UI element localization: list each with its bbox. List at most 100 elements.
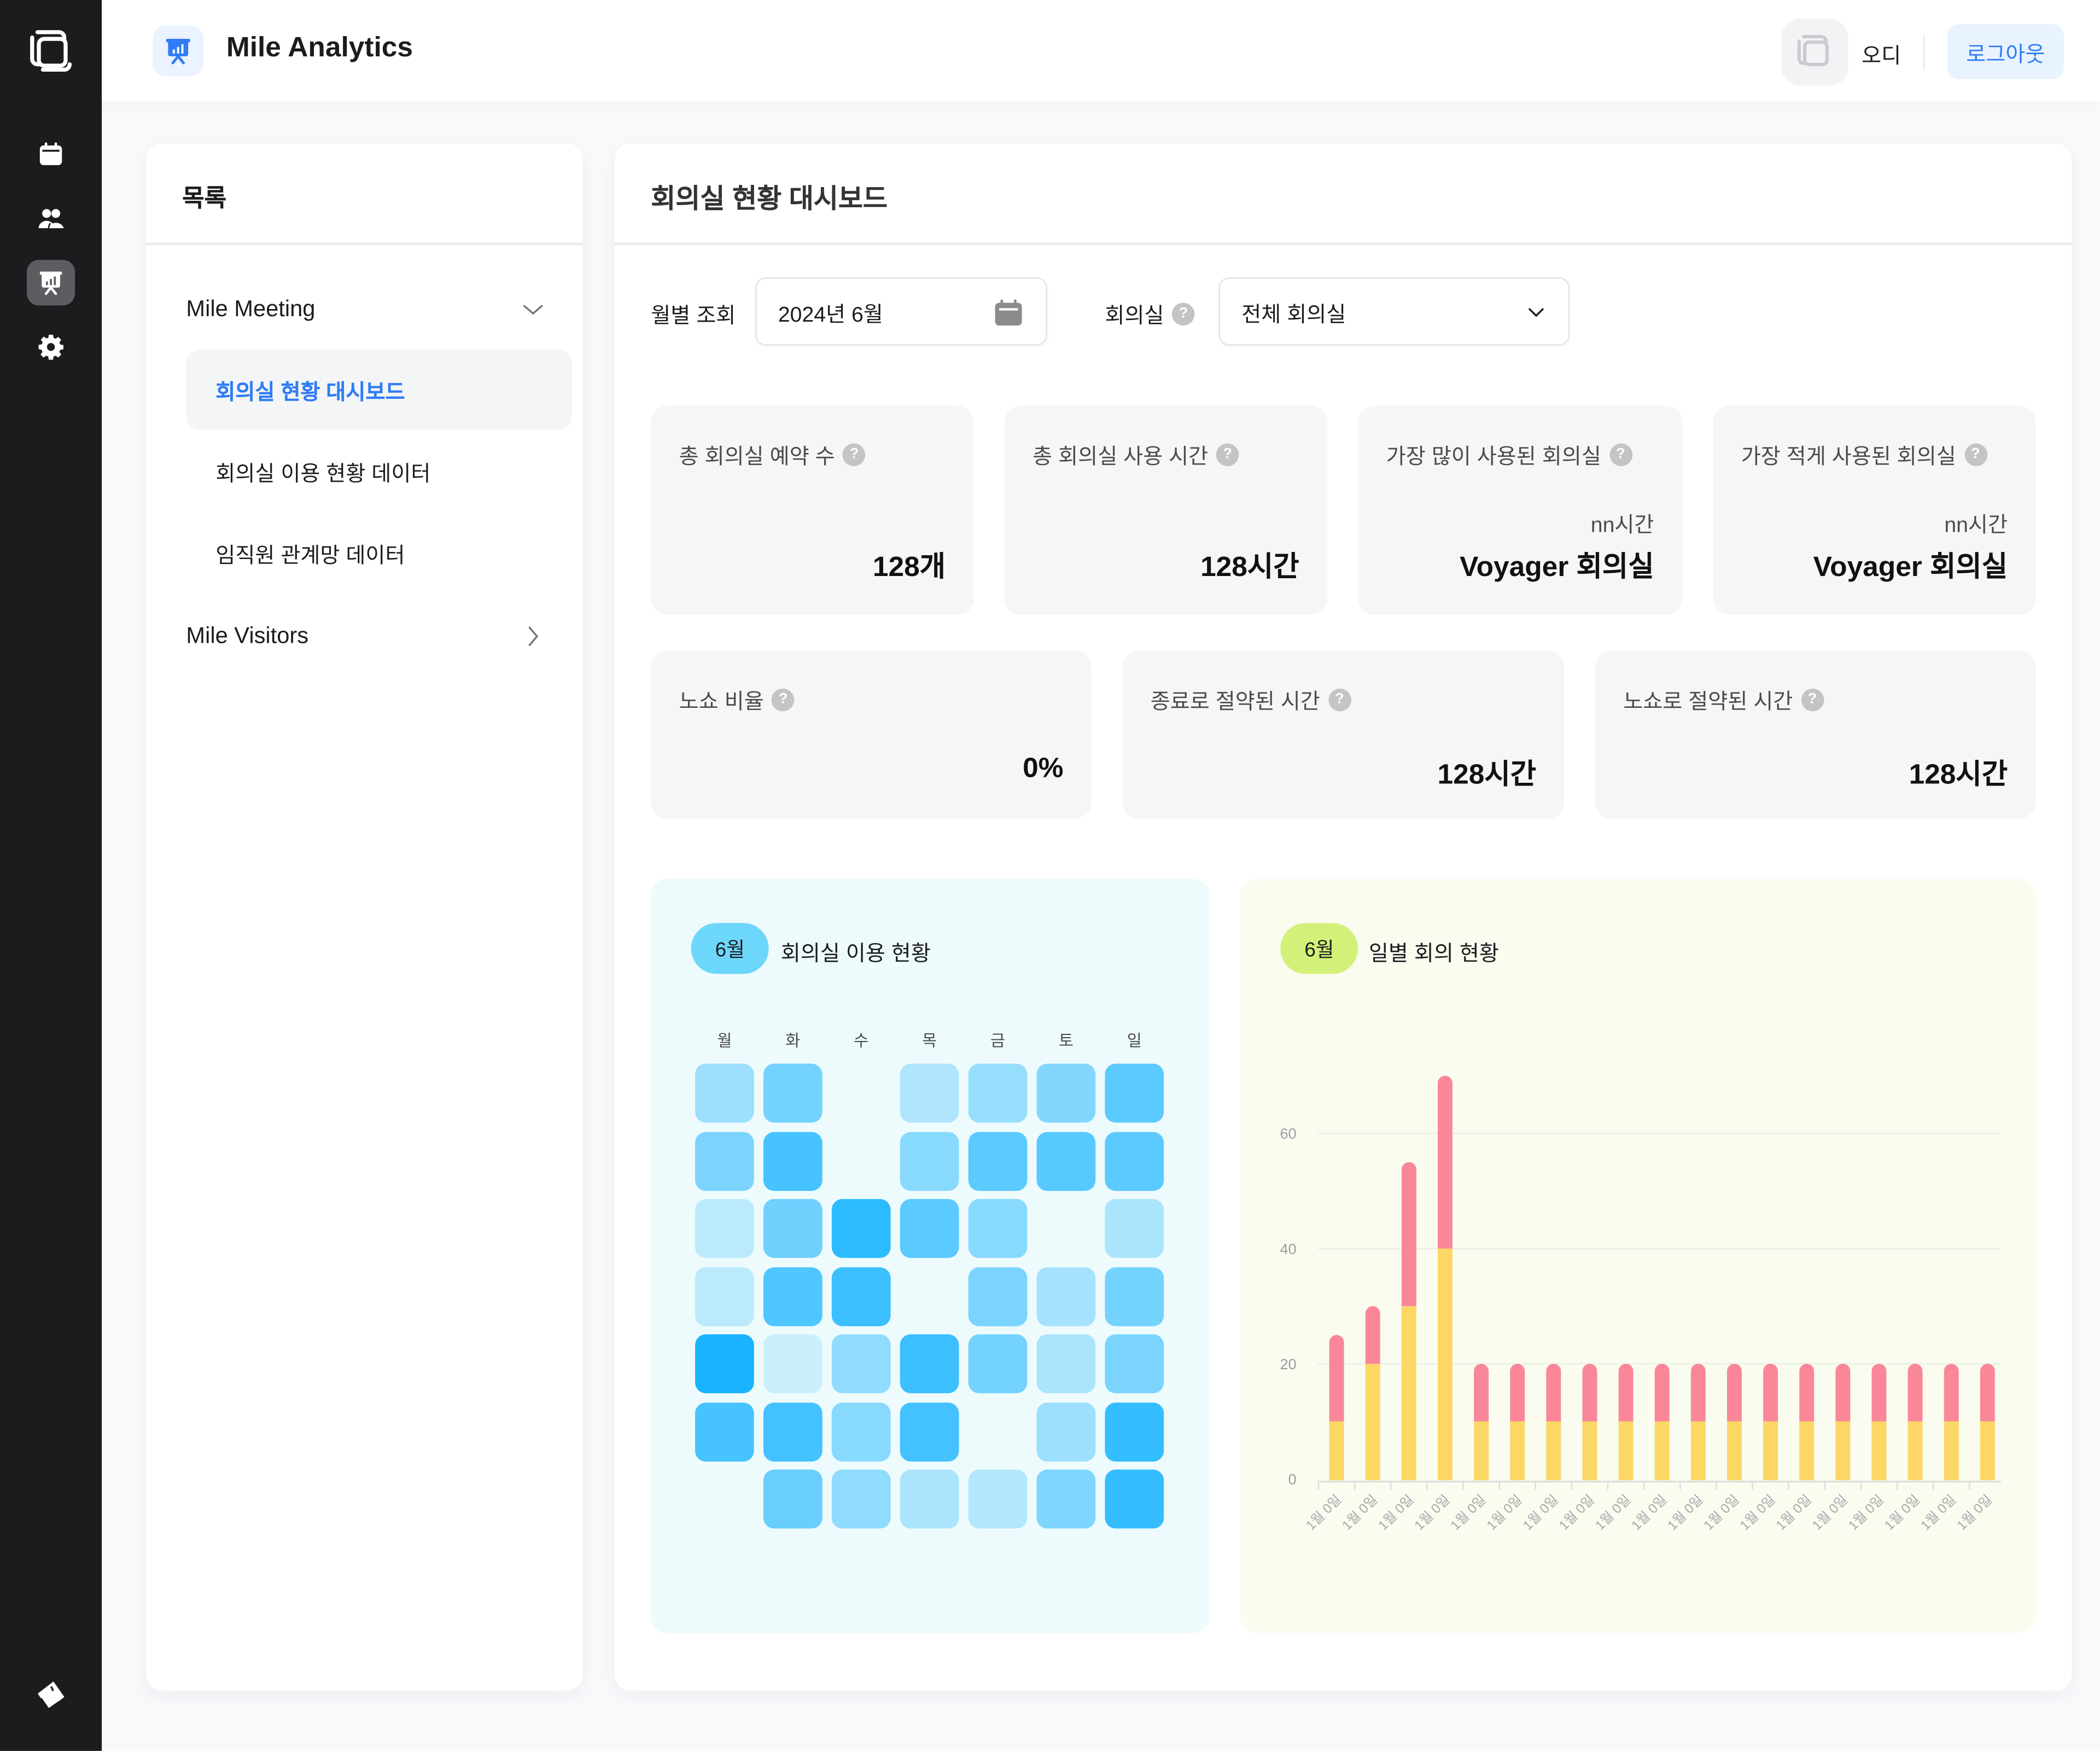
bar-segment-top[interactable] — [1908, 1364, 1923, 1422]
eraser-icon[interactable] — [32, 1677, 70, 1715]
bar-segment-bottom[interactable] — [1835, 1421, 1851, 1481]
heatmap-cell[interactable] — [1105, 1334, 1164, 1393]
heatmap-cell[interactable] — [763, 1131, 822, 1190]
month-picker[interactable]: 2024년 6월 — [755, 277, 1048, 346]
bar-segment-top[interactable] — [1835, 1364, 1851, 1422]
user-avatar[interactable] — [1781, 19, 1848, 86]
heatmap-cell[interactable] — [1036, 1469, 1096, 1529]
rail-analytics-button[interactable] — [26, 260, 75, 306]
heatmap-cell[interactable] — [968, 1063, 1028, 1123]
heatmap-cell[interactable] — [900, 1334, 959, 1393]
bar-segment-top[interactable] — [1329, 1335, 1344, 1422]
logout-button[interactable]: 로그아웃 — [1947, 24, 2064, 79]
bar-segment-top[interactable] — [1654, 1364, 1670, 1422]
room-select[interactable]: 전체 회의실 — [1218, 277, 1570, 346]
heatmap-cell[interactable] — [763, 1469, 822, 1529]
bar-segment-top[interactable] — [1763, 1364, 1778, 1422]
sidebar-item-room-dashboard[interactable]: 회의실 현황 대시보드 — [186, 350, 572, 431]
heatmap-cell[interactable] — [1105, 1199, 1164, 1258]
rail-calendar-button[interactable] — [27, 131, 75, 177]
heatmap-cell[interactable] — [763, 1199, 822, 1258]
rail-settings-button[interactable] — [27, 324, 75, 370]
heatmap-cell[interactable] — [831, 1199, 891, 1258]
help-icon[interactable]: ? — [772, 688, 795, 711]
bar-segment-bottom[interactable] — [1474, 1421, 1489, 1481]
calendar-icon[interactable] — [993, 295, 1025, 328]
heatmap-cell[interactable] — [900, 1469, 959, 1529]
heatmap-cell[interactable] — [1105, 1469, 1164, 1529]
bar-segment-top[interactable] — [1438, 1075, 1452, 1249]
heatmap-cell[interactable] — [900, 1063, 959, 1123]
help-icon[interactable]: ? — [1964, 443, 1987, 466]
bar-segment-top[interactable] — [1871, 1364, 1887, 1422]
bar-segment-top[interactable] — [1980, 1364, 1995, 1422]
bar-segment-top[interactable] — [1726, 1364, 1742, 1422]
heatmap-cell[interactable] — [968, 1266, 1028, 1326]
heatmap-cell[interactable] — [900, 1199, 959, 1258]
heatmap-cell[interactable] — [1036, 1131, 1096, 1190]
bar-segment-bottom[interactable] — [1726, 1421, 1742, 1481]
heatmap-cell[interactable] — [695, 1199, 754, 1258]
heatmap-cell[interactable] — [763, 1063, 822, 1123]
heatmap-cell[interactable] — [763, 1401, 822, 1461]
heatmap-cell[interactable] — [1105, 1063, 1164, 1123]
heatmap-cell[interactable] — [831, 1469, 891, 1529]
bar-segment-bottom[interactable] — [1980, 1421, 1995, 1481]
help-icon[interactable]: ? — [1216, 443, 1239, 466]
heatmap-cell[interactable] — [695, 1131, 754, 1190]
sidebar-item-room-usage-data[interactable]: 회의실 이용 현황 데이터 — [186, 432, 571, 512]
bar-segment-top[interactable] — [1618, 1364, 1634, 1422]
help-icon[interactable]: ? — [1328, 688, 1351, 711]
heatmap-cell[interactable] — [695, 1334, 754, 1393]
bar-segment-bottom[interactable] — [1871, 1421, 1887, 1481]
bar-segment-top[interactable] — [1510, 1364, 1525, 1422]
bar-segment-bottom[interactable] — [1546, 1421, 1561, 1481]
heatmap-cell[interactable] — [968, 1469, 1028, 1529]
bar-segment-bottom[interactable] — [1329, 1421, 1344, 1481]
heatmap-cell[interactable] — [1036, 1266, 1096, 1326]
bar-segment-bottom[interactable] — [1944, 1421, 1959, 1481]
bar-segment-top[interactable] — [1474, 1364, 1489, 1422]
bar-segment-bottom[interactable] — [1365, 1364, 1380, 1481]
bar-segment-top[interactable] — [1582, 1364, 1597, 1422]
heatmap-cell[interactable] — [900, 1401, 959, 1461]
heatmap-cell[interactable] — [968, 1334, 1028, 1393]
heatmap-cell[interactable] — [1105, 1131, 1164, 1190]
heatmap-cell[interactable] — [968, 1199, 1028, 1258]
bar-segment-top[interactable] — [1690, 1364, 1706, 1422]
heatmap-cell[interactable] — [763, 1266, 822, 1326]
heatmap-cell[interactable] — [695, 1266, 754, 1326]
app-logo-icon[interactable] — [27, 27, 75, 75]
heatmap-cell[interactable] — [763, 1334, 822, 1393]
heatmap-cell[interactable] — [900, 1131, 959, 1190]
heatmap-cell[interactable] — [695, 1401, 754, 1461]
heatmap-cell[interactable] — [1105, 1401, 1164, 1461]
help-icon[interactable]: ? — [1801, 688, 1824, 711]
heatmap-cell[interactable] — [1105, 1266, 1164, 1326]
heatmap-cell[interactable] — [1036, 1063, 1096, 1123]
bar-segment-top[interactable] — [1799, 1364, 1815, 1422]
sidebar-item-employee-network-data[interactable]: 임직원 관계망 데이터 — [186, 513, 571, 594]
bar-segment-top[interactable] — [1944, 1364, 1959, 1422]
bar-segment-top[interactable] — [1365, 1306, 1380, 1364]
heatmap-cell[interactable] — [1036, 1401, 1096, 1461]
heatmap-cell[interactable] — [831, 1401, 891, 1461]
bar-segment-bottom[interactable] — [1763, 1421, 1778, 1481]
bar-segment-top[interactable] — [1401, 1162, 1416, 1306]
bar-segment-bottom[interactable] — [1582, 1421, 1597, 1481]
heatmap-cell[interactable] — [831, 1334, 891, 1393]
bar-segment-bottom[interactable] — [1908, 1421, 1923, 1481]
help-icon[interactable]: ? — [843, 443, 866, 466]
bar-segment-bottom[interactable] — [1654, 1421, 1670, 1481]
heatmap-cell[interactable] — [831, 1266, 891, 1326]
bar-segment-bottom[interactable] — [1799, 1421, 1815, 1481]
bar-segment-top[interactable] — [1546, 1364, 1561, 1422]
help-icon[interactable]: ? — [1609, 443, 1632, 466]
help-icon[interactable]: ? — [1172, 302, 1195, 325]
bar-segment-bottom[interactable] — [1510, 1421, 1525, 1481]
sidebar-group-mile-meeting[interactable]: Mile Meeting — [186, 290, 545, 328]
heatmap-cell[interactable] — [1036, 1334, 1096, 1393]
bar-segment-bottom[interactable] — [1438, 1248, 1452, 1481]
rail-users-button[interactable] — [27, 196, 75, 241]
heatmap-cell[interactable] — [968, 1131, 1028, 1190]
